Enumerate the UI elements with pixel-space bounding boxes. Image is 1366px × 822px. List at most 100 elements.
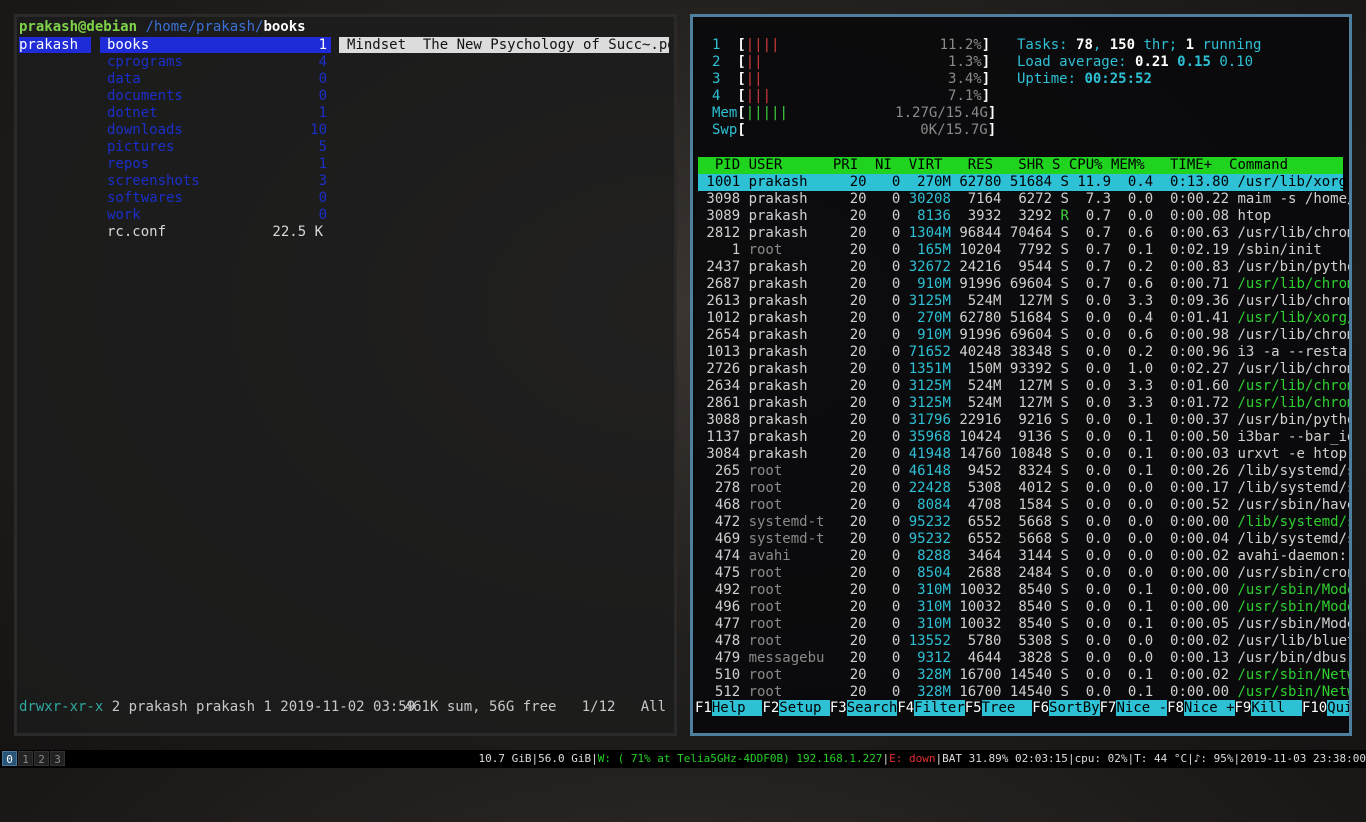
- workspace-button-3[interactable]: 3: [50, 751, 65, 766]
- process-row[interactable]: 510 root 20 0 328M 16700 14540 S 0.0 0.1…: [698, 667, 1349, 684]
- process-row[interactable]: 468 root 20 0 8084 4708 1584 S 0.0 0.0 0…: [698, 497, 1349, 514]
- fkey-f9[interactable]: F9: [1235, 700, 1252, 716]
- fkey-label[interactable]: Quit: [1327, 700, 1349, 716]
- cpu-meter-3: 3 [|| 3.4%]: [712, 71, 991, 87]
- cpu-bars: ||: [745, 71, 763, 87]
- parent-dir-selected[interactable]: prakash: [19, 37, 91, 53]
- prompt-current-dir: books: [263, 19, 306, 35]
- fkey-f6[interactable]: F6: [1032, 700, 1049, 716]
- fkey-f7[interactable]: F7: [1100, 700, 1117, 716]
- dir-entry-work[interactable]: work 0: [107, 207, 327, 224]
- process-row[interactable]: 2861 prakash 20 0 3125M 524M 127M S 0.0 …: [698, 395, 1349, 412]
- dir-entry-pictures[interactable]: pictures 5: [107, 139, 327, 156]
- fkey-label[interactable]: Kill: [1251, 700, 1302, 716]
- fkey-label[interactable]: Tree: [981, 700, 1033, 716]
- process-row[interactable]: 475 root 20 0 8504 2688 2484 S 0.0 0.0 0…: [698, 565, 1349, 582]
- fkey-f4[interactable]: F4: [897, 700, 914, 716]
- process-row[interactable]: 2726 prakash 20 0 1351M 150M 93392 S 0.0…: [698, 361, 1349, 378]
- preview-file[interactable]: Mindset The New Psychology of Succ~.pdf: [339, 37, 669, 53]
- fkey-label[interactable]: Setup: [779, 700, 830, 716]
- process-row[interactable]: 2812 prakash 20 0 1304M 96844 70464 S 0.…: [698, 225, 1349, 242]
- process-row[interactable]: 496 root 20 0 310M 10032 8540 S 0.0 0.1 …: [698, 599, 1349, 616]
- prompt-path: /home/prakash/: [137, 19, 264, 35]
- process-row[interactable]: 479 messagebu 20 0 9312 4644 3828 S 0.0 …: [698, 650, 1349, 667]
- cpu-usage: cpu: 02%: [1074, 752, 1128, 765]
- process-row[interactable]: 512 root 20 0 328M 16700 14540 S 0.0 0.1…: [698, 684, 1349, 701]
- process-row[interactable]: 3089 prakash 20 0 8136 3932 3292 R 0.7 0…: [698, 208, 1343, 225]
- fkey-f8[interactable]: F8: [1167, 700, 1184, 716]
- fkey-f1[interactable]: F1: [695, 700, 712, 716]
- fkey-f3[interactable]: F3: [830, 700, 847, 716]
- process-table-header[interactable]: PID USER PRI NI VIRT RES SHR S CPU% MEM%…: [698, 157, 1343, 174]
- uptime: Uptime: 00:25:52: [1017, 71, 1152, 87]
- process-row[interactable]: 2437 prakash 20 0 32672 24216 9544 S 0.7…: [698, 259, 1349, 276]
- workspace-button-0[interactable]: 0: [2, 751, 17, 766]
- fkey-f10[interactable]: F10: [1302, 700, 1327, 716]
- ranger-window[interactable]: prakash@debian /home/prakash/books praka…: [14, 14, 677, 736]
- function-key-bar: F1Help F2Setup F3SearchF4FilterF5Tree F6…: [695, 700, 1349, 717]
- process-row[interactable]: 472 systemd-t 20 0 95232 6552 5668 S 0.0…: [698, 514, 1349, 531]
- dir-count: 0: [318, 71, 327, 87]
- dir-name: screenshots: [107, 173, 200, 189]
- htop-window[interactable]: 1 [|||| 11.2%] 2 [|| 1.3%] 3 [|| 3.4%] 4 [||| 7…: [690, 14, 1352, 736]
- fkey-label[interactable]: Search: [846, 700, 898, 716]
- process-row[interactable]: 2613 prakash 20 0 3125M 524M 127M S 0.0 …: [698, 293, 1349, 310]
- process-row[interactable]: 2634 prakash 20 0 3125M 524M 127M S 0.0 …: [698, 378, 1349, 395]
- process-row[interactable]: 478 root 20 0 13552 5780 5308 S 0.0 0.0 …: [698, 633, 1349, 650]
- workspace-button-2[interactable]: 2: [34, 751, 49, 766]
- process-row[interactable]: 1137 prakash 20 0 35968 10424 9136 S 0.0…: [698, 429, 1349, 446]
- fkey-label[interactable]: Nice -: [1116, 700, 1168, 716]
- fkey-label[interactable]: SortBy: [1049, 700, 1100, 716]
- dir-count: 1: [318, 156, 327, 172]
- file-entry[interactable]: rc.conf 22.5 K: [107, 224, 327, 241]
- ranger-title: prakash@debian /home/prakash/books: [19, 19, 306, 36]
- cpu-meter-4: 4 [||| 7.1%]: [712, 88, 991, 104]
- workspace-button-1[interactable]: 1: [18, 751, 33, 766]
- dir-entry-cprograms[interactable]: cprograms 4: [107, 54, 327, 71]
- dir-count: 5: [318, 139, 327, 155]
- mem-bars: |||||: [745, 105, 788, 121]
- fkey-f2[interactable]: F2: [762, 700, 779, 716]
- process-row[interactable]: 3084 prakash 20 0 41948 14760 10848 S 0.…: [698, 446, 1347, 463]
- dir-name: work: [107, 207, 141, 223]
- process-row[interactable]: 278 root 20 0 22428 5308 4012 S 0.0 0.0 …: [698, 480, 1349, 497]
- fkey-label[interactable]: Help: [711, 700, 763, 716]
- clock: 2019-11-03 23:38:00: [1240, 752, 1366, 765]
- process-row[interactable]: 3098 prakash 20 0 30208 7164 6272 S 7.3 …: [698, 191, 1349, 208]
- fkey-label[interactable]: Filter: [914, 700, 965, 716]
- process-row[interactable]: 492 root 20 0 310M 10032 8540 S 0.0 0.1 …: [698, 582, 1349, 599]
- dir-entry-screenshots[interactable]: screenshots 3: [107, 173, 327, 190]
- swap-meter: Swp[0K/15.7G]: [712, 122, 997, 138]
- process-row[interactable]: 477 root 20 0 310M 10032 8540 S 0.0 0.1 …: [698, 616, 1349, 633]
- dir-entry-data[interactable]: data 0: [107, 71, 327, 88]
- dir-count: 3: [318, 173, 327, 189]
- disk-usage-1: 10.7 GiB: [478, 752, 532, 765]
- process-row[interactable]: 1001 prakash 20 0 270M 62780 51684 S 11.…: [698, 174, 1349, 191]
- fkey-f5[interactable]: F5: [965, 700, 982, 716]
- process-row[interactable]: 3088 prakash 20 0 31796 22916 9216 S 0.0…: [698, 412, 1349, 429]
- process-row[interactable]: 1012 prakash 20 0 270M 62780 51684 S 0.0…: [698, 310, 1349, 327]
- process-row[interactable]: 2687 prakash 20 0 910M 91996 69604 S 0.7…: [698, 276, 1349, 293]
- dir-entry-repos[interactable]: repos 1: [107, 156, 327, 173]
- dir-name: pictures: [107, 139, 175, 155]
- status-bar: 10.7 GiB|56.0 GiB|W: ( 71% at Telia5GHz-…: [478, 752, 1366, 765]
- dir-entry-downloads[interactable]: downloads 10: [107, 122, 327, 139]
- file-info: 2 prakash prakash 1 2019-11-02 03:59: [103, 699, 416, 715]
- dir-name: documents: [107, 88, 183, 104]
- cpu-bars: |||: [745, 88, 772, 104]
- process-row[interactable]: 474 avahi 20 0 8288 3464 3144 S 0.0 0.0 …: [698, 548, 1347, 565]
- dir-entry-documents[interactable]: documents 0: [107, 88, 327, 105]
- dir-count: 10: [310, 122, 327, 138]
- process-row[interactable]: 1013 prakash 20 0 71652 40248 38348 S 0.…: [698, 344, 1349, 361]
- dir-entry-books[interactable]: books 1: [107, 37, 327, 54]
- dir-name: books: [107, 37, 150, 53]
- dir-entry-softwares[interactable]: softwares 0: [107, 190, 327, 207]
- process-row[interactable]: 265 root 20 0 46148 9452 8324 S 0.0 0.1 …: [698, 463, 1349, 480]
- status-summary: 461K sum, 56G free 1/12 All: [404, 699, 666, 715]
- dir-entry-dotnet[interactable]: dotnet 1: [107, 105, 327, 122]
- process-row[interactable]: 1 root 20 0 165M 10204 7792 S 0.7 0.1 0:…: [698, 242, 1343, 259]
- dir-count: 4: [318, 54, 327, 70]
- process-row[interactable]: 2654 prakash 20 0 910M 91996 69604 S 0.0…: [698, 327, 1349, 344]
- process-row[interactable]: 469 systemd-t 20 0 95232 6552 5668 S 0.0…: [698, 531, 1349, 548]
- fkey-label[interactable]: Nice +: [1183, 700, 1235, 716]
